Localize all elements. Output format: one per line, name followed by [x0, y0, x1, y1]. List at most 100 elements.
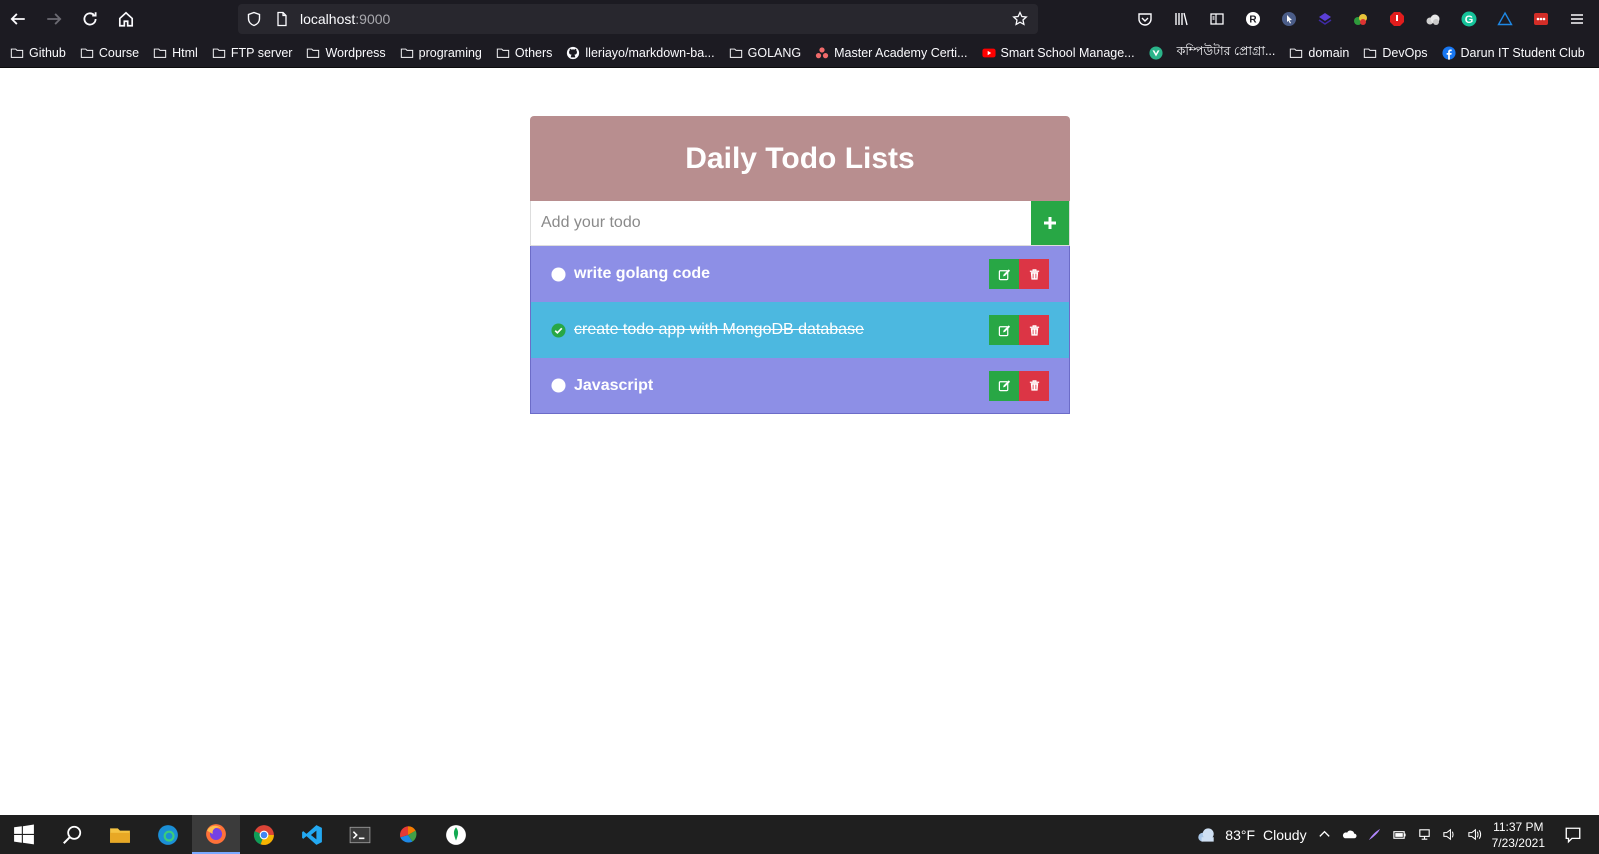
browser-toolbar: localhost:9000 R G [0, 0, 1599, 38]
bookmarks-bar: Github Course Html FTP server Wordpress progr… [0, 38, 1599, 68]
edit-todo-button[interactable] [989, 259, 1019, 289]
terminal-icon [349, 826, 371, 843]
search-icon [63, 825, 82, 844]
bookmark-label: GOLANG [747, 45, 802, 60]
bookmark-item[interactable]: Wordpress [306, 45, 386, 60]
pen-icon[interactable] [1367, 827, 1382, 842]
delete-todo-button[interactable] [1019, 370, 1049, 401]
taskbar-vscode[interactable] [288, 815, 336, 854]
circle-icon[interactable] [551, 266, 566, 282]
weather-text: Cloudy [1263, 826, 1307, 843]
color-extension-icon[interactable] [1347, 5, 1375, 33]
weather-widget[interactable]: 83°F Cloudy [1195, 824, 1307, 846]
todo-actions [989, 370, 1049, 401]
bookmark-item[interactable]: DevOps [1363, 46, 1428, 60]
adblock-icon[interactable] [1383, 5, 1411, 33]
bookmark-item[interactable]: Smart School Manage... [981, 45, 1135, 60]
bookmark-label: Html [172, 45, 198, 60]
taskbar-chrome[interactable] [240, 815, 288, 854]
facebook-icon [1441, 45, 1456, 60]
circle-icon[interactable] [551, 378, 566, 393]
bookmark-item[interactable]: Html [153, 46, 198, 60]
bookmark-item[interactable]: lleriayo/markdown-ba... [566, 46, 715, 60]
bookmark-item[interactable] [1149, 45, 1163, 60]
firefox-icon [206, 823, 226, 844]
asana-icon [815, 46, 829, 60]
bookmark-label: Wordpress [325, 45, 386, 60]
delete-todo-button[interactable] [1019, 315, 1049, 345]
chevron-up-icon[interactable] [1317, 827, 1332, 842]
shield-icon[interactable] [244, 9, 264, 29]
triangle-extension-icon[interactable] [1491, 5, 1519, 33]
bookmark-item[interactable]: Github [10, 46, 66, 60]
check-circle-icon[interactable] [551, 322, 566, 338]
cloud-extension-icon[interactable] [1419, 5, 1447, 33]
page-icon [272, 9, 292, 29]
bookmark-label: Others [514, 45, 553, 60]
bookmark-item[interactable]: Darun IT Student Club [1441, 45, 1585, 60]
bookmark-label: FTP server [230, 45, 293, 60]
system-tray: 83°F Cloudy 11:37 PM 7/23/2021 [1195, 815, 1599, 854]
notification-button[interactable] [1555, 815, 1591, 854]
forward-button[interactable] [36, 1, 72, 37]
extension-r-icon[interactable]: R [1239, 5, 1267, 33]
folder-icon [496, 46, 510, 60]
todo-input[interactable] [531, 201, 1031, 245]
start-button[interactable] [0, 815, 48, 854]
taskbar-firefox[interactable] [192, 815, 240, 854]
clock[interactable]: 11:37 PM 7/23/2021 [1492, 819, 1545, 851]
clock-time: 11:37 PM [1493, 819, 1544, 834]
bookmark-item[interactable]: GOLANG [729, 45, 802, 60]
taskbar-mongodb[interactable] [432, 815, 480, 854]
taskbar-app[interactable] [384, 815, 432, 854]
taskbar-terminal[interactable] [336, 815, 384, 854]
reload-button[interactable] [72, 1, 108, 37]
url-text[interactable]: localhost:9000 [300, 11, 390, 27]
onedrive-icon[interactable] [1342, 827, 1357, 842]
folder-icon [1289, 46, 1303, 60]
edit-todo-button[interactable] [989, 315, 1019, 345]
github-icon [566, 46, 580, 60]
arrow-right-icon [47, 13, 62, 25]
library-icon[interactable] [1167, 5, 1195, 33]
bookmark-item[interactable]: কম্পিউটার প্রোগ্রা... [1177, 43, 1276, 63]
bookmark-item[interactable]: Master Academy Certi... [815, 46, 968, 60]
volume-icon[interactable] [1442, 827, 1457, 842]
pocket-icon[interactable] [1131, 5, 1159, 33]
taskbar-edge[interactable] [144, 815, 192, 854]
svg-text:R: R [1249, 15, 1257, 26]
notification-icon [1565, 827, 1581, 843]
bookmark-label: Github [29, 45, 66, 60]
edit-todo-button[interactable] [989, 370, 1019, 401]
add-todo-button[interactable] [1031, 201, 1069, 245]
sidebar-icon[interactable] [1203, 5, 1231, 33]
bookmark-item[interactable]: domain [1289, 46, 1349, 60]
layers-extension-icon[interactable] [1311, 5, 1339, 33]
network-icon[interactable] [1417, 827, 1432, 842]
chrome-icon [253, 824, 274, 845]
home-button[interactable] [108, 1, 144, 37]
delete-todo-button[interactable] [1019, 259, 1049, 289]
bookmark-label: Smart School Manage... [1000, 45, 1135, 60]
svg-text:G: G [1465, 14, 1474, 26]
bookmark-star-icon[interactable] [1010, 9, 1030, 29]
grammarly-icon[interactable]: G [1455, 5, 1483, 33]
cursor-extension-icon[interactable] [1275, 5, 1303, 33]
mongodb-icon [446, 824, 466, 845]
bookmark-item[interactable]: Course [80, 46, 139, 60]
todo-actions [989, 315, 1049, 345]
bookmark-item[interactable]: Others [496, 45, 553, 60]
bookmark-item[interactable]: FTP server [212, 45, 293, 60]
menu-icon[interactable] [1563, 5, 1591, 33]
bookmark-item[interactable]: programing [400, 46, 482, 60]
search-button[interactable] [48, 815, 96, 854]
back-button[interactable] [0, 1, 36, 37]
taskbar-file-explorer[interactable] [96, 815, 144, 854]
address-bar[interactable]: localhost:9000 [238, 4, 1038, 34]
folder-icon [400, 46, 414, 60]
trash-icon [1029, 268, 1039, 280]
bookmark-label: Darun IT Student Club [1460, 45, 1585, 60]
battery-icon[interactable] [1392, 827, 1407, 842]
lastpass-icon[interactable] [1527, 5, 1555, 33]
speaker-icon[interactable] [1467, 827, 1482, 842]
